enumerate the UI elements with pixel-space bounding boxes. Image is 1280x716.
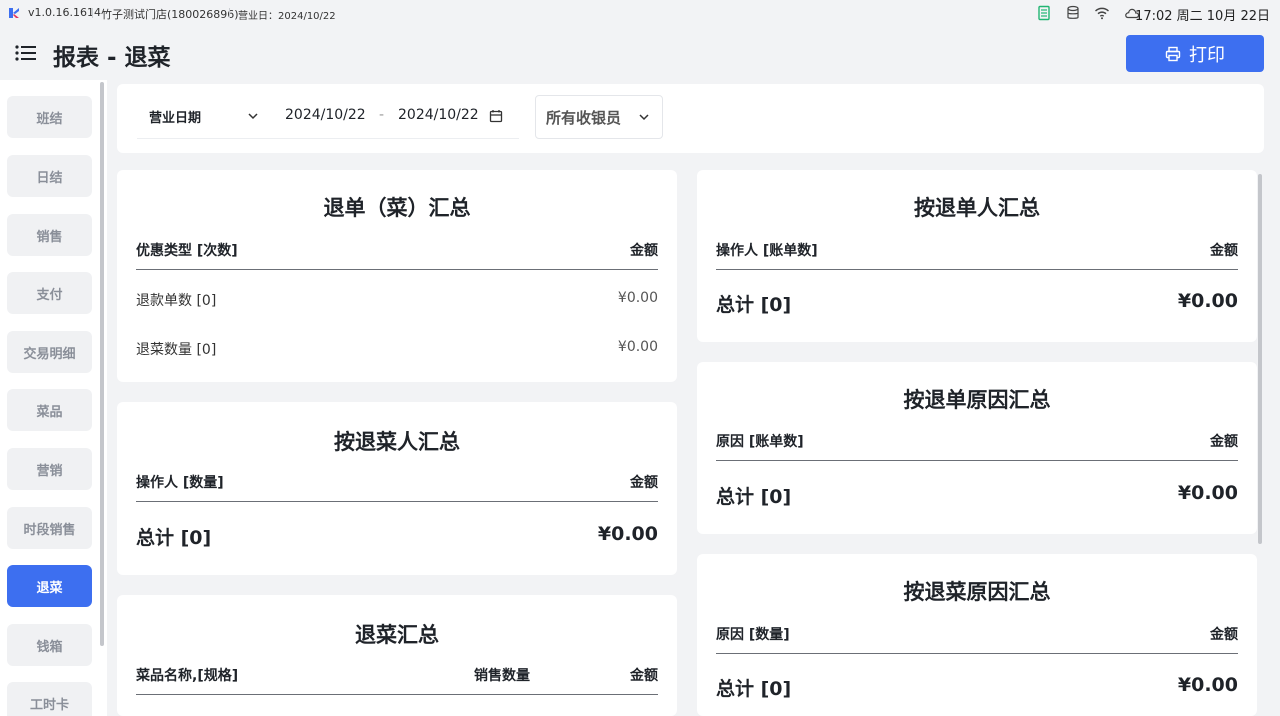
card-title: 按退菜人汇总: [334, 430, 460, 454]
table-header: 操作人 [账单数] 金额: [716, 240, 1238, 270]
total-amount: ¥0.00: [1177, 674, 1238, 696]
page-header: 报表 - 退菜 打印: [0, 26, 1280, 80]
sidebar-item-transactions[interactable]: 交易明细: [7, 331, 92, 373]
column-header: 操作人 [账单数]: [716, 243, 818, 259]
report-sidebar: 班结 日结 销售 支付 交易明细 菜品 营销 时段销售 退菜 钱箱 工时卡: [0, 80, 107, 716]
card-title: 按退菜原因汇总: [903, 580, 1051, 604]
date-type-value: 营业日期: [149, 111, 202, 126]
column-header: 金额: [1210, 243, 1238, 259]
by-dish-reason-card: 按退菜原因汇总 原因 [数量] 金额 总计 [0] ¥0.00: [697, 554, 1257, 716]
column-header: 原因 [数量]: [716, 627, 790, 643]
sidebar-item-period-sales[interactable]: 时段销售: [7, 507, 92, 549]
card-title: 按退单人汇总: [914, 196, 1040, 220]
status-bar: v1.0.16.1614 竹子测试门店(180026896) 营业日：2024/…: [0, 0, 1280, 26]
total-amount: ¥0.00: [1177, 482, 1238, 504]
wifi-icon: [1095, 7, 1109, 20]
by-refund-reason-card: 按退单原因汇总 原因 [账单数] 金额 总计 [0] ¥0.00: [697, 362, 1257, 534]
cashier-value: 所有收银员: [546, 108, 622, 127]
row-label: 退款单数 [0]: [136, 293, 217, 309]
card-title: 退单（菜）汇总: [323, 196, 471, 220]
sidebar-item-timecard[interactable]: 工时卡: [7, 682, 92, 716]
app-version: v1.0.16.1614: [28, 6, 101, 19]
total-amount: ¥0.00: [597, 523, 658, 545]
total-label: 总计 [0]: [716, 678, 792, 700]
table-header: 原因 [账单数] 金额: [716, 431, 1238, 461]
app-logo-icon: [9, 8, 19, 18]
table-header: 原因 [数量] 金额: [716, 624, 1238, 654]
total-label: 总计 [0]: [716, 486, 792, 508]
cashier-select[interactable]: 所有收银员: [535, 95, 663, 139]
table-header: 优惠类型 [次数] 金额: [136, 240, 658, 270]
column-header: 菜品名称,[规格]: [136, 668, 239, 684]
total-label: 总计 [0]: [136, 527, 212, 549]
printer-icon: [1165, 46, 1181, 61]
by-dish-person-card: 按退菜人汇总 操作人 [数量] 金额 总计 [0] ¥0.00: [117, 402, 677, 575]
start-date[interactable]: 2024/10/22: [285, 107, 366, 123]
menu-icon[interactable]: [14, 42, 38, 64]
row-label: 退菜数量 [0]: [136, 342, 217, 358]
column-header: 操作人 [数量]: [136, 475, 224, 491]
business-day: 营业日：2024/10/22: [238, 11, 336, 22]
dish-summary-card: 退菜汇总 菜品名称,[规格] 销售数量 金额: [117, 595, 677, 716]
store-name: 竹子测试门店(180026896): [101, 8, 239, 21]
total-label: 总计 [0]: [716, 294, 792, 316]
row-amount: ¥0.00: [617, 339, 658, 355]
filter-bar: 营业日期 2024/10/22 - 2024/10/22 所有收银员: [117, 84, 1264, 153]
column-header: 金额: [630, 475, 658, 491]
column-header: 销售数量: [474, 668, 530, 684]
printer-status-icon: [1038, 5, 1050, 21]
sidebar-item-refunds[interactable]: 退菜: [7, 565, 92, 607]
sidebar-item-cash-drawer[interactable]: 钱箱: [7, 624, 92, 666]
calendar-icon[interactable]: [489, 109, 503, 123]
divider: [229, 8, 230, 18]
column-header: 金额: [1210, 627, 1238, 643]
sidebar-item-payment[interactable]: 支付: [7, 272, 92, 314]
refund-summary-card: 退单（菜）汇总 优惠类型 [次数] 金额 退款单数 [0] ¥0.00 退菜数量…: [117, 170, 677, 382]
sidebar-item-dishes[interactable]: 菜品: [7, 389, 92, 431]
sidebar-item-marketing[interactable]: 营销: [7, 448, 92, 490]
chevron-down-icon: [639, 114, 649, 121]
row-amount: ¥0.00: [617, 290, 658, 306]
clock: 17:02 周二 10月 22日: [1135, 9, 1270, 24]
divider: [92, 8, 93, 18]
chevron-down-icon: [248, 113, 258, 120]
card-title: 按退单原因汇总: [903, 388, 1051, 412]
sidebar-item-sales[interactable]: 销售: [7, 214, 92, 256]
column-header: 金额: [1210, 434, 1238, 450]
sidebar-scrollbar[interactable]: [100, 82, 104, 646]
total-amount: ¥0.00: [1177, 290, 1238, 312]
column-header: 原因 [账单数]: [716, 434, 804, 450]
end-date[interactable]: 2024/10/22: [398, 107, 479, 123]
page-title: 报表 - 退菜: [53, 45, 171, 71]
sidebar-item-shift-close[interactable]: 班结: [7, 96, 92, 138]
database-icon: [1067, 5, 1079, 19]
column-header: 优惠类型 [次数]: [136, 243, 238, 259]
table-header: 菜品名称,[规格] 销售数量 金额: [136, 665, 658, 695]
by-refund-person-card: 按退单人汇总 操作人 [账单数] 金额 总计 [0] ¥0.00: [697, 170, 1257, 342]
column-header: 金额: [630, 668, 658, 684]
date-separator: -: [379, 107, 385, 123]
column-header: 金额: [630, 243, 658, 259]
content-scrollbar[interactable]: [1258, 174, 1262, 544]
print-button-label: 打印: [1189, 44, 1225, 66]
print-button[interactable]: 打印: [1126, 35, 1264, 72]
card-title: 退菜汇总: [355, 623, 439, 647]
date-range-picker[interactable]: 2024/10/22 - 2024/10/22: [269, 95, 519, 139]
sidebar-item-daily-close[interactable]: 日结: [7, 155, 92, 197]
table-header: 操作人 [数量] 金额: [136, 472, 658, 502]
date-type-select[interactable]: 营业日期: [137, 95, 269, 139]
